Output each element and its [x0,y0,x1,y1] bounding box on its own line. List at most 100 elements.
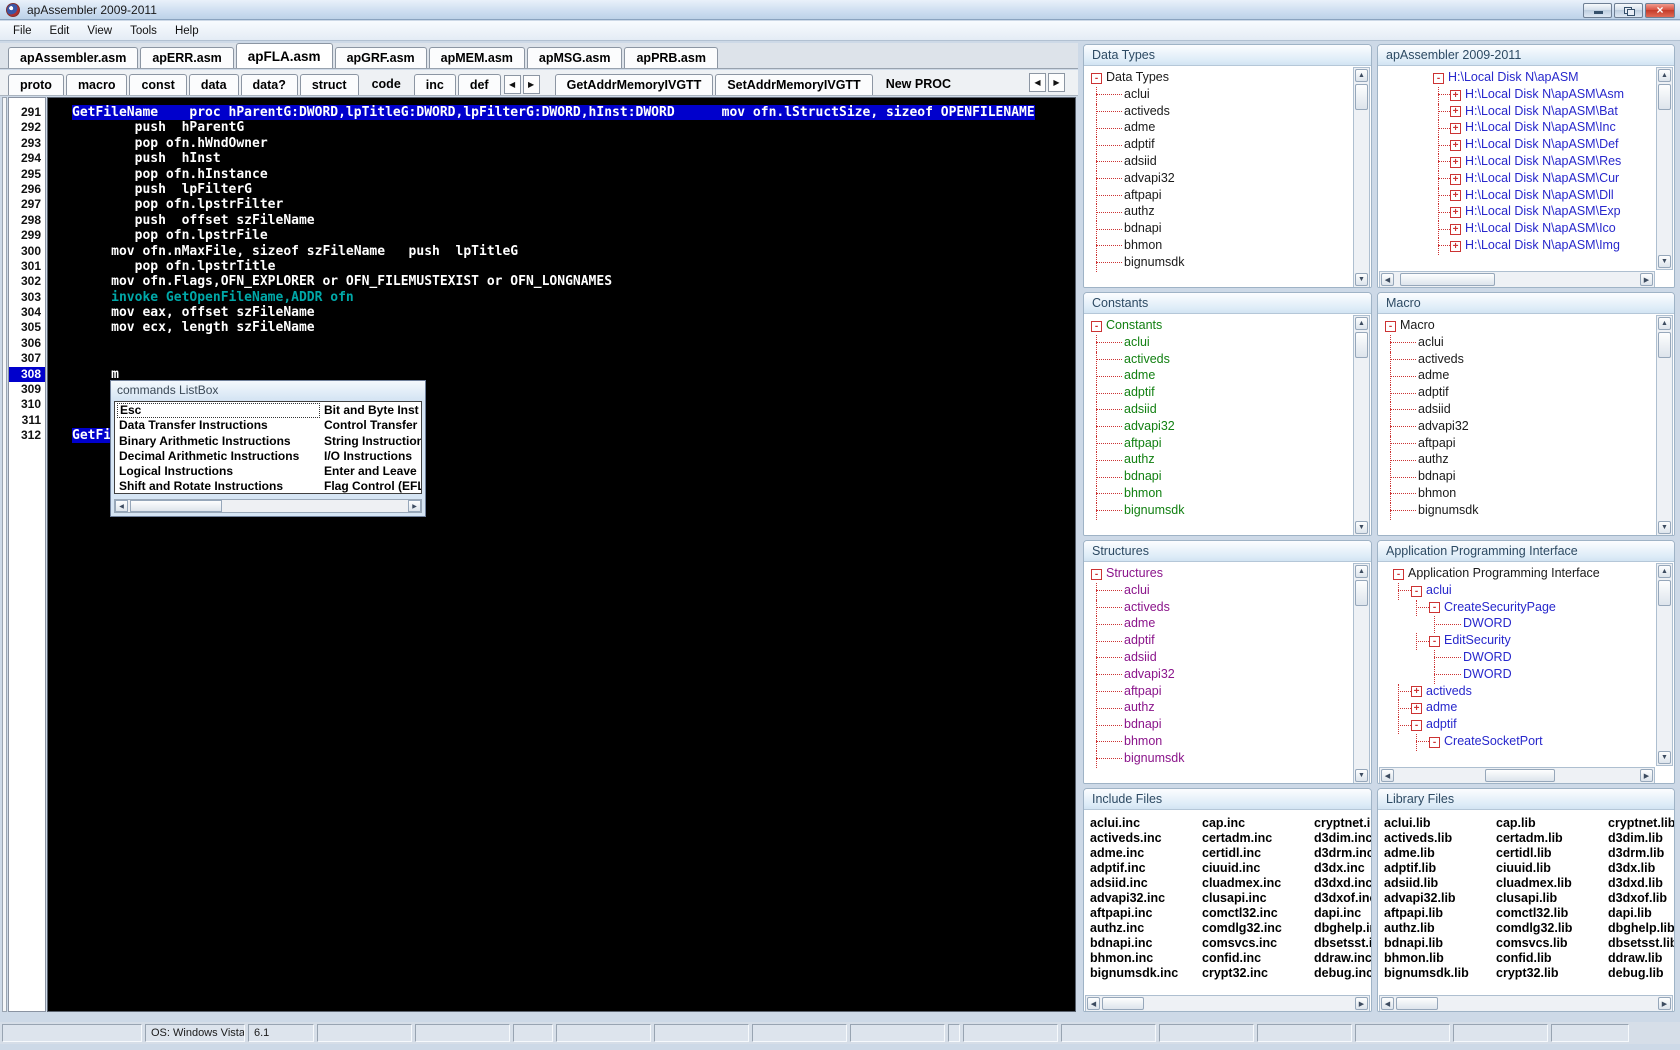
list-item-enter-and-leave[interactable]: Enter and Leave [322,464,421,479]
tree-item-h-local-disk-n-apasm-ico[interactable]: + H:\Local Disk N\apASM\Ico [1378,221,1654,238]
scrollbar-thumb[interactable] [1658,580,1671,606]
scroll-down-button[interactable]: ▼ [1658,521,1671,534]
scroll-left-button[interactable]: ◀ [1381,997,1394,1010]
scroll-up-button[interactable]: ▲ [1355,69,1368,82]
list-item-bdnapi-lib[interactable]: bdnapi.lib [1384,936,1469,951]
list-item-ciuuid-inc[interactable]: ciuuid.inc [1202,861,1282,876]
tree-item-aftpapi[interactable]: aftpapi [1084,187,1351,205]
list-item-logical-instructions[interactable]: Logical Instructions [117,464,320,479]
scrollbar-thumb[interactable] [1102,997,1144,1010]
tree-item-adme[interactable]: + adme [1378,700,1654,718]
tree-expand-icon[interactable]: - [1091,72,1102,84]
tree-item-adme[interactable]: adme [1084,368,1351,386]
list-item-data-transfer-instructions[interactable]: Data Transfer Instructions [117,418,320,433]
tab-apfla-asm[interactable]: apFLA.asm [235,43,333,68]
list-item-d3drm-inc[interactable]: d3drm.inc [1314,846,1371,861]
tree-item-h-local-disk-n-apasm-dll[interactable]: + H:\Local Disk N\apASM\Dll [1378,187,1654,205]
tree-item-bignumsdk[interactable]: bignumsdk [1084,254,1351,272]
scrollbar-thumb[interactable] [1355,580,1368,606]
tree-item-bignumsdk[interactable]: bignumsdk [1084,750,1351,768]
tree-item-activeds[interactable]: activeds [1084,351,1351,369]
tree-item-aclui[interactable]: aclui [1378,334,1654,352]
horizontal-scrollbar[interactable]: ◀ ▶ [1379,767,1655,783]
tree-item-aclui[interactable]: aclui [1084,334,1351,352]
menu-view[interactable]: View [78,23,121,39]
tree-item-adme[interactable]: adme [1084,616,1351,634]
tab-apprb-asm[interactable]: apPRB.asm [624,47,718,68]
scroll-left-button[interactable]: ◀ [115,500,128,512]
tree-item-adsiid[interactable]: adsiid [1084,649,1351,667]
tab-inc[interactable]: inc [413,74,456,95]
list-item-d3dxd-inc[interactable]: d3dxd.inc [1314,876,1371,891]
list-item-certadm-inc[interactable]: certadm.inc [1202,831,1282,846]
list-item-control-transfer[interactable]: Control Transfer [322,418,421,433]
list-item-confid-inc[interactable]: confid.inc [1202,951,1282,966]
list-item-d3dxof-lib[interactable]: d3dxof.lib [1608,891,1674,906]
list-item-bit-and-byte-inst[interactable]: Bit and Byte Inst [322,403,421,418]
tab-apassembler-asm[interactable]: apAssembler.asm [8,47,139,68]
tree-item-h-local-disk-n-apasm-asm[interactable]: + H:\Local Disk N\apASM\Asm [1378,86,1654,104]
list-item-activeds-inc[interactable]: activeds.inc [1090,831,1178,846]
list-item-dbghelp-inc[interactable]: dbghelp.inc [1314,921,1371,936]
list-item-comctl32-inc[interactable]: comctl32.inc [1202,906,1282,921]
list-item-aclui-lib[interactable]: aclui.lib [1384,816,1469,831]
editor-line[interactable]: push hInst [72,151,1075,166]
tree-item-bignumsdk[interactable]: bignumsdk [1378,502,1654,520]
tab-data[interactable]: data? [240,74,298,95]
tab-apmem-asm[interactable]: apMEM.asm [428,47,525,68]
scroll-down-button[interactable]: ▼ [1658,751,1671,764]
list-item-certidl-inc[interactable]: certidl.inc [1202,846,1282,861]
tree-item-authz[interactable]: authz [1084,204,1351,222]
tree-expand-icon[interactable]: + [1411,686,1422,698]
list-item-adptif-lib[interactable]: adptif.lib [1384,861,1469,876]
tree-expand-icon[interactable]: + [1450,190,1461,202]
tree-item-bhmon[interactable]: bhmon [1084,733,1351,751]
tree-expand-icon[interactable]: + [1450,123,1461,135]
tree-item-bhmon[interactable]: bhmon [1084,485,1351,503]
scroll-left-button[interactable]: ◀ [1381,769,1394,782]
editor-line[interactable]: mov eax, offset szFileName [72,305,1075,320]
list-item-comsvcs-lib[interactable]: comsvcs.lib [1496,936,1572,951]
scrollbar-thumb[interactable] [130,500,222,512]
tree-item-bignumsdk[interactable]: bignumsdk [1084,502,1351,520]
tree-item-adme[interactable]: adme [1378,368,1654,386]
tree-item-dword[interactable]: DWORD [1378,616,1654,634]
tree-item-adsiid[interactable]: adsiid [1084,401,1351,419]
list-item-binary-arithmetic-instructions[interactable]: Binary Arithmetic Instructions [117,434,320,449]
vertical-scrollbar[interactable]: ▲ ▼ [1353,563,1370,783]
restore-button[interactable] [1614,3,1643,18]
tree-expand-icon[interactable]: - [1429,636,1440,648]
list-item-d3dim-inc[interactable]: d3dim.inc [1314,831,1371,846]
tree-item-h-local-disk-n-apasm-img[interactable]: + H:\Local Disk N\apASM\Img [1378,237,1654,255]
tree-item-aclui[interactable]: aclui [1084,582,1351,600]
list-item-aclui-inc[interactable]: aclui.inc [1090,816,1178,831]
list-item-cluadmex-inc[interactable]: cluadmex.inc [1202,876,1282,891]
vertical-scrollbar[interactable]: ▲ ▼ [1353,67,1370,287]
list-item-d3dx-lib[interactable]: d3dx.lib [1608,861,1674,876]
tree-item-bdnapi[interactable]: bdnapi [1378,469,1654,486]
list-item-comctl32-lib[interactable]: comctl32.lib [1496,906,1572,921]
tree-item-macro[interactable]: - Macro [1378,318,1654,335]
list-item-bignumsdk-inc[interactable]: bignumsdk.inc [1090,966,1178,981]
tree-item-authz[interactable]: authz [1084,700,1351,718]
scroll-down-button[interactable]: ▼ [1355,769,1368,782]
scroll-up-button[interactable]: ▲ [1658,69,1671,82]
tab-data[interactable]: data [188,74,239,95]
popup-horizontal-scrollbar[interactable]: ◀ ▶ [114,499,422,513]
tab-new-proc[interactable]: New PROC [875,72,962,95]
tree-item-adsiid[interactable]: adsiid [1378,401,1654,419]
editor-line[interactable]: pop ofn.hWndOwner [72,136,1075,151]
list-item-cluadmex-lib[interactable]: cluadmex.lib [1496,876,1572,891]
scroll-left-button[interactable]: ◀ [1381,273,1394,286]
tree-item-advapi32[interactable]: advapi32 [1084,418,1351,436]
scrollbar-thumb[interactable] [1485,769,1555,782]
tree-item-application-programming-interface[interactable]: - Application Programming Interface [1378,566,1654,583]
tab-proto[interactable]: proto [8,74,64,95]
list-item-confid-lib[interactable]: confid.lib [1496,951,1572,966]
tree-expand-icon[interactable]: - [1433,72,1444,84]
tab-apgrf-asm[interactable]: apGRF.asm [334,47,427,68]
tree-item-bhmon[interactable]: bhmon [1084,237,1351,255]
list-item-debug-inc[interactable]: debug.inc [1314,966,1371,981]
tab-const[interactable]: const [129,74,187,95]
scrollbar-thumb[interactable] [1658,84,1671,110]
